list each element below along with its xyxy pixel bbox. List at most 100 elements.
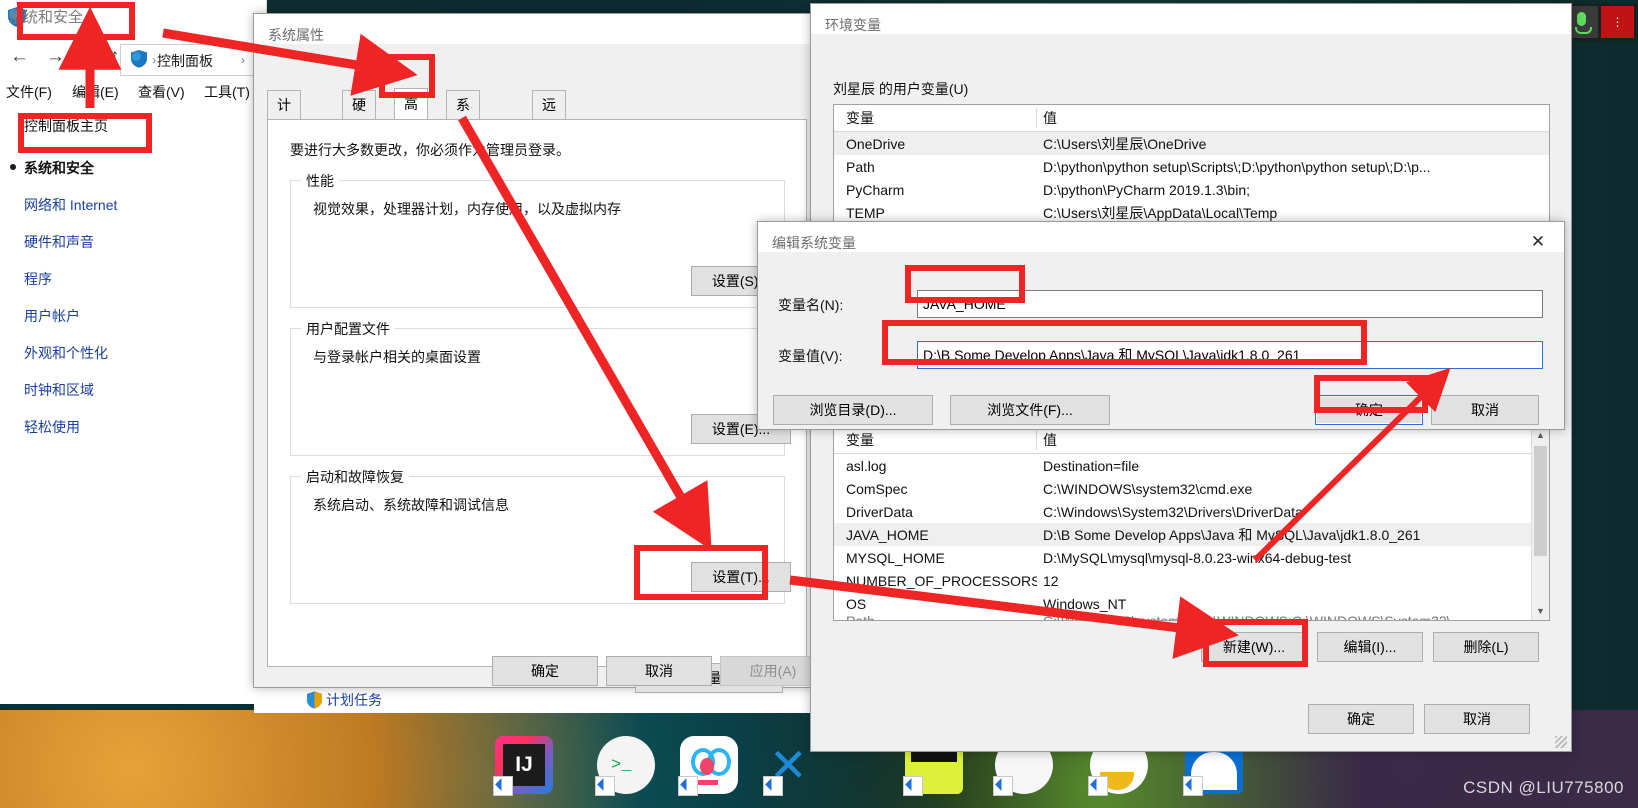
edit-system-variable-button[interactable]: 编辑(I)... <box>1317 632 1423 662</box>
up-button[interactable]: ↑ <box>110 46 120 68</box>
table-row[interactable]: ComSpec C:\WINDOWS\system32\cmd.exe <box>834 477 1549 500</box>
environment-variables-ok-button[interactable]: 确定 <box>1308 704 1414 734</box>
sidebar-item-clock-and-region[interactable]: 时钟和区域 <box>24 380 264 400</box>
new-system-variable-button[interactable]: 新建(W)... <box>1201 632 1307 662</box>
browse-file-button[interactable]: 浏览文件(F)... <box>950 395 1110 425</box>
menu-view[interactable]: 查看(V) <box>138 82 185 102</box>
table-row[interactable]: OneDrive C:\Users\刘星辰\OneDrive <box>834 132 1549 155</box>
variable-name: TEMP <box>846 204 885 221</box>
table-row[interactable]: JAVA_HOME D:\B Some Develop Apps\Java 和 … <box>834 523 1549 546</box>
user-variables-table[interactable]: 变量 值 OneDrive C:\Users\刘星辰\OneDrive Path… <box>833 104 1550 236</box>
system-properties-ok-button[interactable]: 确定 <box>492 656 598 686</box>
user-variables-group-label: 刘星辰 的用户变量(U) <box>833 81 969 97</box>
table-row[interactable]: MYSQL_HOME D:\MySQL\mysql\mysql-8.0.23-w… <box>834 546 1549 569</box>
scrollbar-thumb[interactable] <box>1534 446 1547 556</box>
sidebar-item-user-accounts[interactable]: 用户帐户 <box>24 306 264 326</box>
shortcut-overlay-icon <box>678 776 698 796</box>
forward-button[interactable]: → <box>46 46 65 68</box>
variable-value: D:\python\PyCharm 2019.1.3\bin; <box>1043 181 1251 198</box>
variable-value: C:\Users\刘星辰\AppData\Local\Temp <box>1043 204 1278 221</box>
sidebar-item-network-and-internet[interactable]: 网络和 Internet <box>24 195 264 215</box>
sidebar-item-control-panel-home[interactable]: 控制面板主页 <box>24 116 264 136</box>
variable-value-input[interactable]: D:\B Some Develop Apps\Java 和 MySQL\Java… <box>917 341 1543 369</box>
performance-group: 性能 视觉效果，处理器计划，内存使用，以及虚拟内存 设置(S)... <box>290 171 791 308</box>
system-variables-table[interactable]: 变量 值 asl.log Destination=file ComSpec C:… <box>833 426 1550 621</box>
sidebar-item-ease-of-access[interactable]: 轻松使用 <box>24 417 264 437</box>
scroll-down-icon[interactable]: ▼ <box>1532 603 1549 620</box>
shortcut-overlay-icon <box>993 776 1013 796</box>
taskbar-icon-terminal[interactable]: >_ <box>595 736 655 796</box>
variable-value: D:\B Some Develop Apps\Java 和 MySQL\Java… <box>1043 526 1421 543</box>
variable-value: D:\python\python setup\Scripts\;D:\pytho… <box>1043 158 1431 175</box>
resize-grip-icon[interactable] <box>1555 736 1567 748</box>
user-variables-header-row: 变量 值 <box>834 105 1549 132</box>
breadcrumb-shield-icon <box>129 49 149 69</box>
scheduled-task-shield-icon <box>306 691 323 709</box>
taskbar-icon-intellij-idea[interactable]: IJ <box>493 736 553 796</box>
system-properties-cancel-button[interactable]: 取消 <box>606 656 712 686</box>
breadcrumb-chevron-icon-2: › <box>241 53 245 67</box>
variable-name: PyCharm <box>846 181 905 198</box>
selected-bullet-icon <box>10 164 16 170</box>
edit-cancel-button[interactable]: 取消 <box>1431 395 1539 425</box>
menu-tools[interactable]: 工具(T) <box>204 82 250 102</box>
variable-value: D:\MySQL\mysql\mysql-8.0.23-winx64-debug… <box>1043 549 1352 566</box>
back-button[interactable]: ← <box>10 46 29 68</box>
table-row[interactable]: DriverData C:\Windows\System32\Drivers\D… <box>834 500 1549 523</box>
table-row[interactable]: PyCharm D:\python\PyCharm 2019.1.3\bin; <box>834 178 1549 201</box>
variable-value: Destination=file <box>1043 457 1140 474</box>
browse-directory-button[interactable]: 浏览目录(D)... <box>773 395 933 425</box>
environment-variables-cancel-button[interactable]: 取消 <box>1424 704 1530 734</box>
table-row[interactable]: OS Windows_NT <box>834 592 1549 615</box>
tab-remote[interactable]: 远程 <box>532 90 566 141</box>
breadcrumb[interactable]: › 控制面板 › <box>120 44 272 76</box>
sidebar-item-system-and-security[interactable]: 系统和安全 <box>10 158 264 178</box>
edit-system-variable-window: 编辑系统变量 ✕ 变量名(N): JAVA_HOME 变量值(V): D:\B … <box>757 221 1565 430</box>
performance-group-legend: 性能 <box>301 171 339 191</box>
shortcut-overlay-icon <box>595 776 615 796</box>
tab-hardware[interactable]: 硬件 <box>342 90 376 141</box>
recent-locations-button[interactable]: ⌄ <box>82 48 95 66</box>
advanced-tab-panel: 要进行大多数更改，你必须作为管理员登录。 性能 视觉效果，处理器计划，内存使用，… <box>267 119 807 693</box>
system-properties-window: 系统属性 计算机名 硬件 高级 系统保护 远程 要进行大多数更改，你必须作为管理… <box>253 13 826 693</box>
user-profiles-group-description: 与登录帐户相关的桌面设置 <box>313 349 481 365</box>
tab-advanced[interactable]: 高级 <box>394 88 428 142</box>
control-panel-menu-bar: 文件(F) 编辑(E) 查看(V) 工具(T) <box>0 82 266 108</box>
menu-edit[interactable]: 编辑(E) <box>72 82 119 102</box>
widget-more-icon[interactable]: ⋮ <box>1601 6 1634 38</box>
variable-name: MYSQL_HOME <box>846 549 945 566</box>
sidebar-item-hardware-and-sound[interactable]: 硬件和声音 <box>24 232 264 252</box>
system-variables-header-row: 变量 值 <box>834 427 1549 454</box>
variable-name: asl.log <box>846 457 887 474</box>
user-profiles-group: 用户配置文件 与登录帐户相关的桌面设置 设置(E)... <box>290 319 791 456</box>
delete-system-variable-button[interactable]: 删除(L) <box>1433 632 1539 662</box>
variable-name: Path <box>834 615 1037 620</box>
startup-settings-button[interactable]: 设置(T)... <box>691 562 791 592</box>
variable-name: ComSpec <box>846 480 908 497</box>
menu-file[interactable]: 文件(F) <box>6 82 52 102</box>
variable-name-label: 变量名(N): <box>778 297 844 313</box>
system-variables-scrollbar[interactable]: ▲ ▼ <box>1531 427 1549 620</box>
performance-group-description: 视觉效果，处理器计划，内存使用，以及虚拟内存 <box>313 201 621 217</box>
table-row[interactable]: Path D:\python\python setup\Scripts\;D:\… <box>834 155 1549 178</box>
table-row[interactable]: asl.log Destination=file <box>834 454 1549 477</box>
startup-and-recovery-group: 启动和故障恢复 系统启动、系统故障和调试信息 设置(T)... <box>290 467 791 604</box>
tab-system-protection[interactable]: 系统保护 <box>446 90 480 197</box>
startup-and-recovery-group-description: 系统启动、系统故障和调试信息 <box>313 497 509 513</box>
tab-computer-name[interactable]: 计算机名 <box>267 90 301 197</box>
taskbar-icon-baidu-netdisk[interactable] <box>678 736 738 796</box>
shortcut-overlay-icon <box>1088 776 1108 796</box>
shortcut-overlay-icon <box>763 776 783 796</box>
table-row[interactable]: Path C:\WINDOWS\system32;C:\WINDOWS;C:\W… <box>834 615 1549 620</box>
close-icon[interactable]: ✕ <box>1522 230 1554 254</box>
breadcrumb-chevron-icon: › <box>152 53 156 67</box>
sidebar-item-programs[interactable]: 程序 <box>24 269 264 289</box>
variable-value: C:\WINDOWS\system32\cmd.exe <box>1043 480 1253 497</box>
variable-name-input[interactable]: JAVA_HOME <box>917 290 1543 318</box>
edit-ok-button[interactable]: 确定 <box>1315 395 1423 425</box>
scheduled-task-label[interactable]: 计划任务 <box>326 690 382 710</box>
sidebar-item-appearance-and-personalization[interactable]: 外观和个性化 <box>24 343 264 363</box>
startup-and-recovery-group-legend: 启动和故障恢复 <box>301 467 409 487</box>
breadcrumb-root-label[interactable]: 控制面板 <box>157 51 213 71</box>
table-row[interactable]: NUMBER_OF_PROCESSORS 12 <box>834 569 1549 592</box>
